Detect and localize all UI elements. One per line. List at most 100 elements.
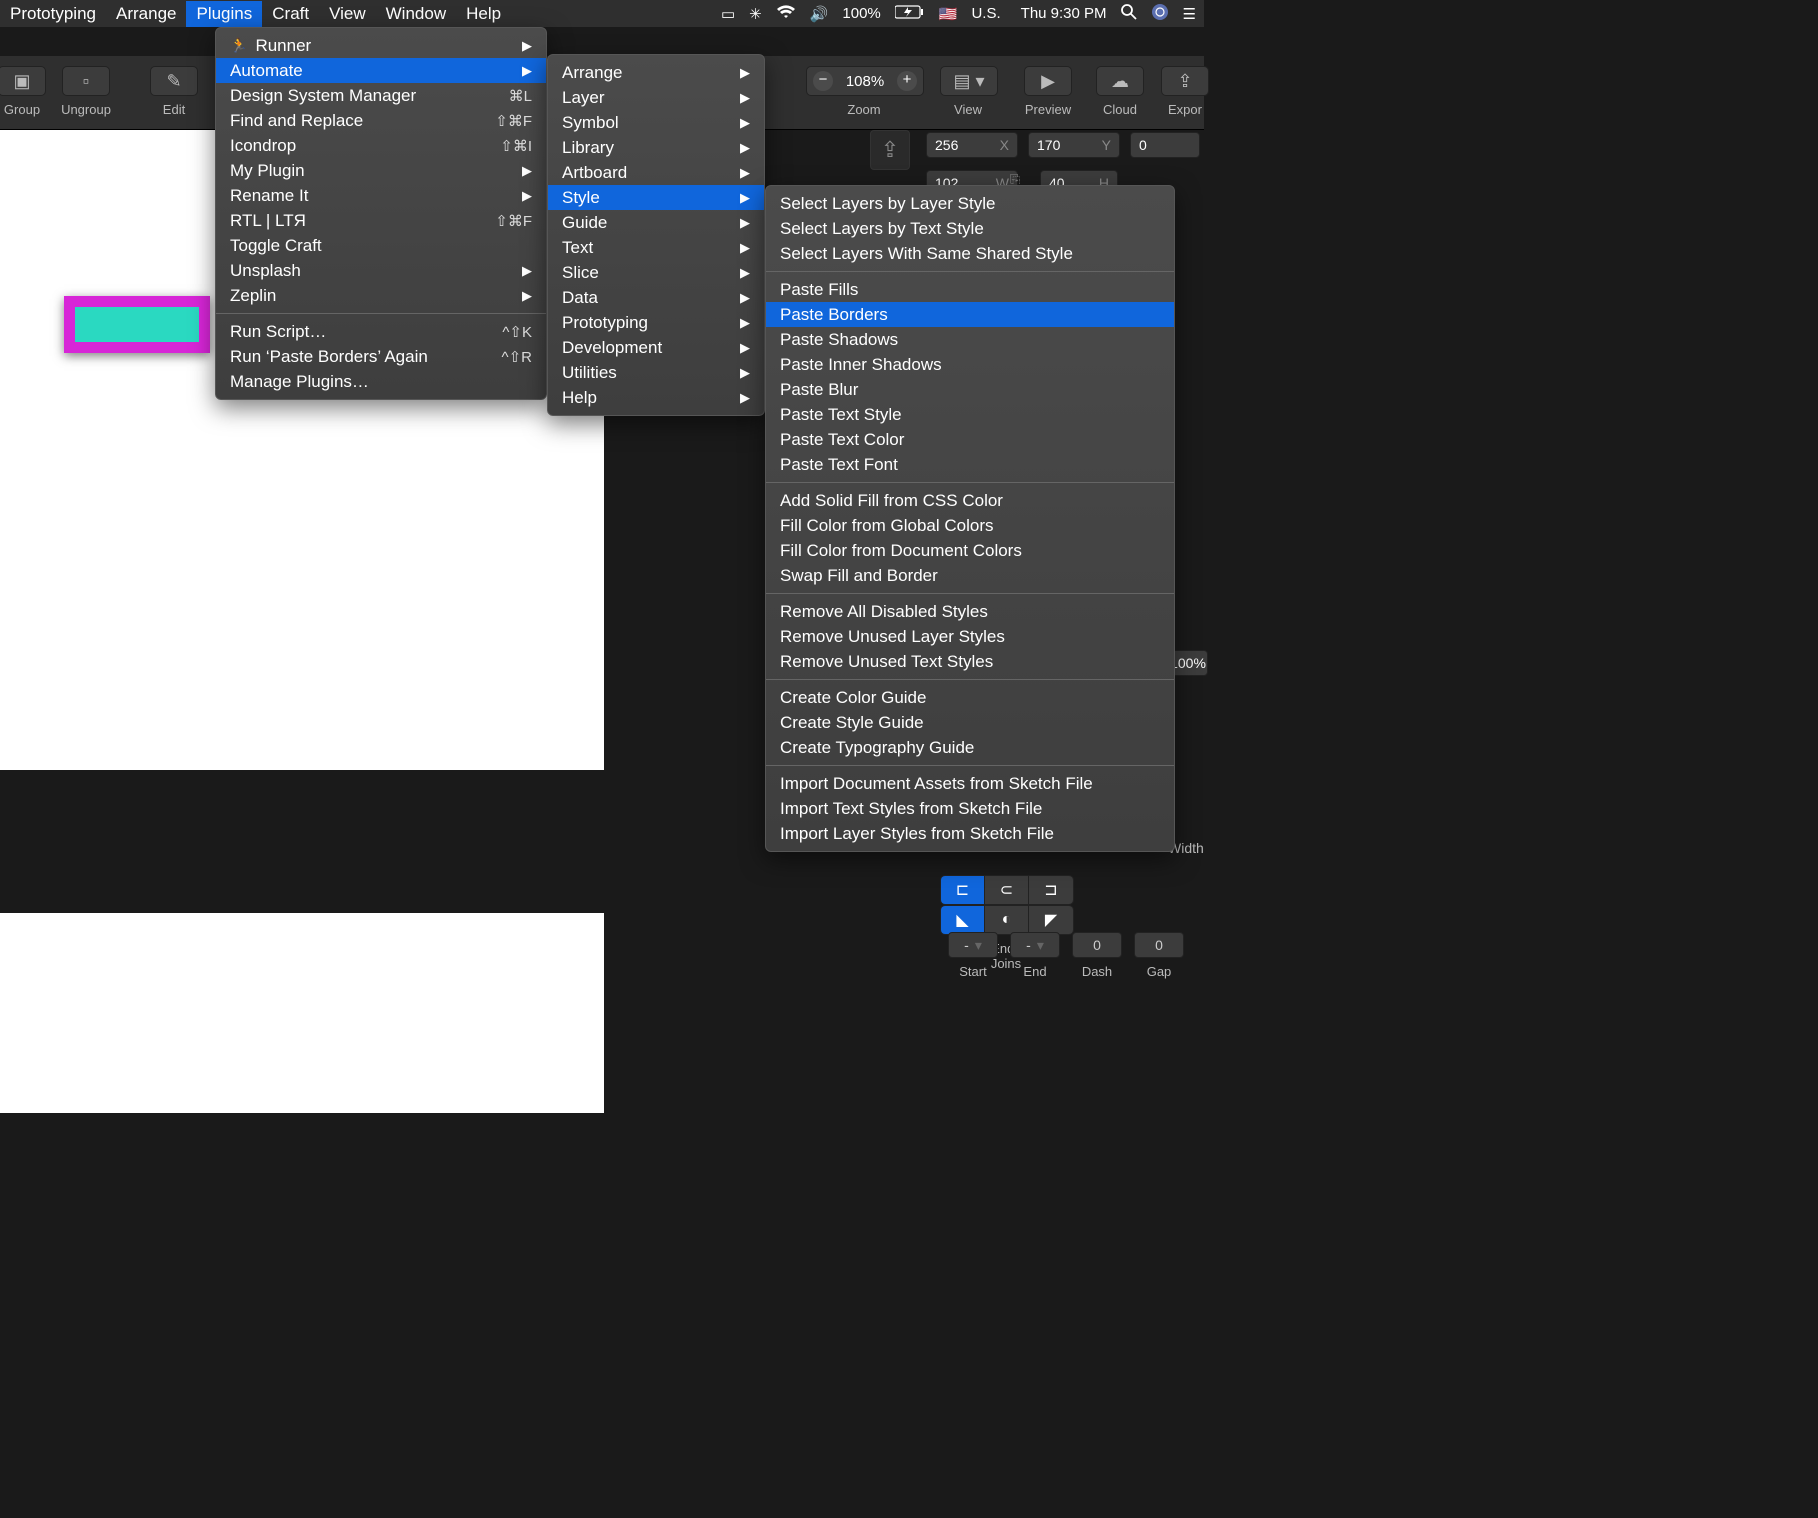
input-source[interactable]: U.S. [971, 5, 1000, 22]
menu-window[interactable]: Window [376, 1, 456, 27]
menu-item[interactable]: Style▶ [548, 185, 764, 210]
zoom-in-button[interactable]: + [897, 71, 917, 91]
menu-item[interactable]: Rename It▶ [216, 183, 546, 208]
menu-craft[interactable]: Craft [262, 1, 319, 27]
menu-item[interactable]: Select Layers by Layer Style [766, 191, 1174, 216]
menu-item[interactable]: Paste Shadows [766, 327, 1174, 352]
preview-button[interactable]: ▶ Preview [1020, 66, 1076, 117]
menu-item[interactable]: Remove Unused Text Styles [766, 649, 1174, 674]
siri-icon[interactable] [1151, 3, 1169, 25]
zoom-control[interactable]: − 108% + [806, 66, 924, 96]
menu-item[interactable]: Utilities▶ [548, 360, 764, 385]
menu-item[interactable]: Text▶ [548, 235, 764, 260]
menu-item[interactable]: Artboard▶ [548, 160, 764, 185]
menu-item[interactable]: Paste Blur [766, 377, 1174, 402]
menu-item[interactable]: Icondrop⇧⌘I [216, 133, 546, 158]
menu-item[interactable]: Paste Inner Shadows [766, 352, 1174, 377]
menu-item[interactable]: Layer▶ [548, 85, 764, 110]
y-field[interactable]: 170Y [1028, 132, 1120, 158]
joins-segment[interactable]: ◣ ◐ ◤ [940, 905, 1074, 935]
menu-item[interactable]: Create Style Guide [766, 710, 1174, 735]
menu-item[interactable]: Data▶ [548, 285, 764, 310]
menu-item[interactable]: Remove Unused Layer Styles [766, 624, 1174, 649]
menu-item[interactable]: Run Script…^⇧K [216, 319, 546, 344]
menu-item[interactable]: Create Color Guide [766, 685, 1174, 710]
clock[interactable]: Thu 9:30 PM [1021, 5, 1107, 22]
menu-help[interactable]: Help [456, 1, 511, 27]
menu-item[interactable]: Slice▶ [548, 260, 764, 285]
menu-item[interactable]: Paste Text Style [766, 402, 1174, 427]
menu-item[interactable]: Import Document Assets from Sketch File [766, 771, 1174, 796]
ends-segment[interactable]: ⊏ ⊂ ⊐ [940, 875, 1074, 905]
share-icon[interactable]: ⇪ [870, 130, 910, 170]
ends-opt-2[interactable]: ⊂ [985, 876, 1029, 904]
automate-menu[interactable]: Arrange▶Layer▶Symbol▶Library▶Artboard▶St… [547, 54, 765, 416]
menu-item[interactable]: Remove All Disabled Styles [766, 599, 1174, 624]
gap-field[interactable]: 0Gap [1134, 932, 1184, 979]
menu-item[interactable]: Import Text Styles from Sketch File [766, 796, 1174, 821]
menu-item[interactable]: Arrange▶ [548, 60, 764, 85]
bluetooth-icon[interactable]: ✳ [749, 5, 762, 23]
menu-item[interactable]: Fill Color from Global Colors [766, 513, 1174, 538]
ends-opt-3[interactable]: ⊐ [1029, 876, 1073, 904]
extra-field[interactable]: 0 [1130, 132, 1200, 158]
menu-item[interactable]: Add Solid Fill from CSS Color [766, 488, 1174, 513]
menu-item[interactable]: RTL | LTЯ⇧⌘F [216, 208, 546, 233]
volume-icon[interactable]: 🔊 [810, 5, 829, 23]
menu-item[interactable]: Manage Plugins… [216, 369, 546, 394]
menu-item[interactable]: Automate▶ [216, 58, 546, 83]
menu-item[interactable]: Create Typography Guide [766, 735, 1174, 760]
view-button[interactable]: ▤ ▾ View [940, 66, 996, 117]
menu-item[interactable]: Find and Replace⇧⌘F [216, 108, 546, 133]
edit-button[interactable]: ✎ Edit [146, 66, 202, 117]
menu-item[interactable]: Library▶ [548, 135, 764, 160]
selected-shape[interactable] [64, 296, 210, 353]
menu-item[interactable]: Design System Manager⌘L [216, 83, 546, 108]
style-menu[interactable]: Select Layers by Layer StyleSelect Layer… [765, 185, 1175, 852]
menu-item[interactable]: Guide▶ [548, 210, 764, 235]
ends-opt-1[interactable]: ⊏ [941, 876, 985, 904]
menu-item[interactable]: Unsplash▶ [216, 258, 546, 283]
battery-icon[interactable] [895, 5, 925, 23]
menu-item[interactable]: Prototyping▶ [548, 310, 764, 335]
menu-item[interactable]: Run ‘Paste Borders’ Again^⇧R [216, 344, 546, 369]
menu-plugins[interactable]: Plugins [186, 1, 262, 27]
menu-item[interactable]: Paste Text Font [766, 452, 1174, 477]
menu-item[interactable]: Paste Fills [766, 277, 1174, 302]
spotlight-icon[interactable] [1121, 4, 1137, 24]
group-button[interactable]: ▣ Group [0, 66, 50, 117]
menu-item[interactable]: Paste Borders [766, 302, 1174, 327]
menu-item[interactable]: My Plugin▶ [216, 158, 546, 183]
menu-item[interactable]: Select Layers With Same Shared Style [766, 241, 1174, 266]
menu-item[interactable]: Toggle Craft [216, 233, 546, 258]
notification-center-icon[interactable]: ☰ [1183, 5, 1196, 23]
start-field[interactable]: -▾Start [948, 932, 998, 979]
cloud-button[interactable]: ☁ Cloud [1092, 66, 1148, 117]
menu-item[interactable]: Paste Text Color [766, 427, 1174, 452]
wifi-icon[interactable] [776, 5, 796, 23]
menu-item[interactable]: Symbol▶ [548, 110, 764, 135]
plugins-menu[interactable]: 🏃Runner▶Automate▶Design System Manager⌘L… [215, 27, 547, 400]
menu-item[interactable]: Development▶ [548, 335, 764, 360]
end-field[interactable]: -▾End [1010, 932, 1060, 979]
menu-view[interactable]: View [319, 1, 376, 27]
artboard-2[interactable] [0, 913, 604, 1113]
airplay-icon[interactable]: ▭ [721, 5, 735, 23]
menu-item[interactable]: Select Layers by Text Style [766, 216, 1174, 241]
menu-item[interactable]: Zeplin▶ [216, 283, 546, 308]
x-field[interactable]: 256X [926, 132, 1018, 158]
menu-item[interactable]: Swap Fill and Border [766, 563, 1174, 588]
joins-opt-3[interactable]: ◤ [1029, 906, 1073, 934]
menu-arrange[interactable]: Arrange [106, 1, 186, 27]
menu-prototyping[interactable]: Prototyping [0, 1, 106, 27]
menu-item[interactable]: Fill Color from Document Colors [766, 538, 1174, 563]
flag-icon[interactable]: 🇺🇸 [939, 5, 958, 23]
joins-opt-2[interactable]: ◐ [985, 906, 1029, 934]
joins-opt-1[interactable]: ◣ [941, 906, 985, 934]
menu-item[interactable]: Import Layer Styles from Sketch File [766, 821, 1174, 846]
export-button[interactable]: ⇪ Expor [1160, 66, 1210, 117]
menu-item[interactable]: Help▶ [548, 385, 764, 410]
dash-field[interactable]: 0Dash [1072, 932, 1122, 979]
ungroup-button[interactable]: ▫ Ungroup [58, 66, 114, 117]
menu-item[interactable]: 🏃Runner▶ [216, 33, 546, 58]
